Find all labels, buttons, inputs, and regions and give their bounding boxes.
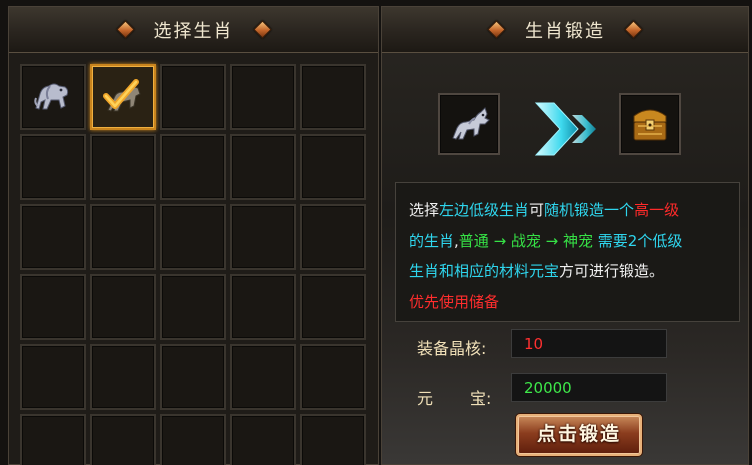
zodiac-slot-empty[interactable] bbox=[300, 204, 366, 270]
zodiac-slot-empty[interactable] bbox=[160, 64, 226, 130]
description-text: 随机锻造一个 bbox=[544, 201, 635, 219]
description-text: 左边低级生肖 bbox=[439, 201, 530, 219]
zodiac-slot-empty[interactable] bbox=[160, 204, 226, 270]
core-value-field: 10 bbox=[511, 329, 667, 358]
description-text: 普通 → 战宠 → 神宠 bbox=[458, 231, 594, 250]
zodiac-slot-empty[interactable] bbox=[160, 274, 226, 340]
zodiac-slot-empty[interactable] bbox=[300, 64, 366, 130]
zodiac-grid bbox=[20, 64, 370, 465]
zodiac-slot-empty[interactable] bbox=[160, 344, 226, 410]
yuanbao-label-first: 元 bbox=[417, 389, 434, 408]
zodiac-select-title: 选择生肖 bbox=[153, 20, 234, 42]
forge-source-slot[interactable] bbox=[438, 93, 500, 155]
zodiac-forge-panel: 生肖锻造 选择左边低级生肖可随机锻造一个高一级 的生肖,普通 → 战宠 → 神宠… bbox=[381, 6, 749, 465]
golden-chest-icon bbox=[633, 109, 667, 141]
lion-zodiac-icon bbox=[34, 83, 69, 110]
zodiac-slot-empty[interactable] bbox=[300, 134, 366, 200]
diamond-ornament-icon bbox=[624, 20, 643, 39]
zodiac-slot-empty[interactable] bbox=[160, 414, 226, 465]
core-value: 10 bbox=[524, 335, 544, 353]
zodiac-slot-empty[interactable] bbox=[90, 414, 156, 465]
yuanbao-value: 20000 bbox=[524, 379, 572, 397]
zodiac-slot-empty[interactable] bbox=[160, 134, 226, 200]
description-warning: 优先使用储备 bbox=[409, 292, 500, 311]
zodiac-slot-empty[interactable] bbox=[20, 344, 86, 410]
zodiac-slot-empty[interactable] bbox=[90, 134, 156, 200]
zodiac-slot-empty[interactable] bbox=[230, 204, 296, 270]
yuanbao-label-second: 宝: bbox=[470, 389, 492, 408]
zodiac-slot-empty[interactable] bbox=[90, 344, 156, 410]
zodiac-slot-lion[interactable] bbox=[20, 64, 86, 130]
zodiac-slot-empty[interactable] bbox=[230, 414, 296, 465]
core-label: 装备晶核: bbox=[417, 339, 487, 358]
zodiac-select-header: 选择生肖 bbox=[9, 7, 378, 53]
description-text: 需要2个低级 bbox=[593, 231, 683, 250]
horse-zodiac-icon bbox=[452, 107, 490, 140]
forge-description: 选择左边低级生肖可随机锻造一个高一级 的生肖,普通 → 战宠 → 神宠 需要2个低… bbox=[395, 182, 740, 322]
forge-arrow-icon bbox=[534, 102, 596, 156]
horse-zodiac-checked-icon bbox=[103, 79, 141, 112]
forge-button[interactable]: 点击锻造 bbox=[516, 414, 642, 456]
zodiac-slot-empty[interactable] bbox=[230, 274, 296, 340]
zodiac-slot-empty[interactable] bbox=[300, 344, 366, 410]
description-text: 选择 bbox=[409, 201, 440, 219]
zodiac-slot-empty[interactable] bbox=[230, 344, 296, 410]
description-text: 高一级 bbox=[634, 201, 680, 219]
description-text: 生肖和相应的材料元宝 bbox=[409, 262, 560, 280]
yuanbao-value-field: 20000 bbox=[511, 373, 667, 402]
zodiac-slot-empty[interactable] bbox=[90, 274, 156, 340]
description-text: 的生肖 bbox=[409, 231, 455, 250]
zodiac-select-panel: 选择生肖 bbox=[8, 6, 379, 465]
zodiac-slot-empty[interactable] bbox=[90, 204, 156, 270]
description-text: 可 bbox=[529, 201, 545, 219]
zodiac-slot-empty[interactable] bbox=[20, 414, 86, 465]
zodiac-slot-empty[interactable] bbox=[20, 204, 86, 270]
zodiac-slot-empty[interactable] bbox=[300, 274, 366, 340]
zodiac-slot-empty[interactable] bbox=[230, 134, 296, 200]
zodiac-slot-empty[interactable] bbox=[230, 64, 296, 130]
zodiac-forge-header: 生肖锻造 bbox=[382, 7, 748, 53]
zodiac-slot-empty[interactable] bbox=[300, 414, 366, 465]
description-text: 方可进行锻造。 bbox=[559, 262, 665, 280]
forge-result-slot[interactable] bbox=[619, 93, 681, 155]
zodiac-forge-title: 生肖锻造 bbox=[525, 20, 605, 42]
zodiac-slot-empty[interactable] bbox=[20, 274, 86, 340]
zodiac-slot-empty[interactable] bbox=[20, 134, 86, 200]
diamond-ornament-icon bbox=[252, 20, 272, 39]
zodiac-slot-horse-selected[interactable] bbox=[90, 64, 156, 130]
